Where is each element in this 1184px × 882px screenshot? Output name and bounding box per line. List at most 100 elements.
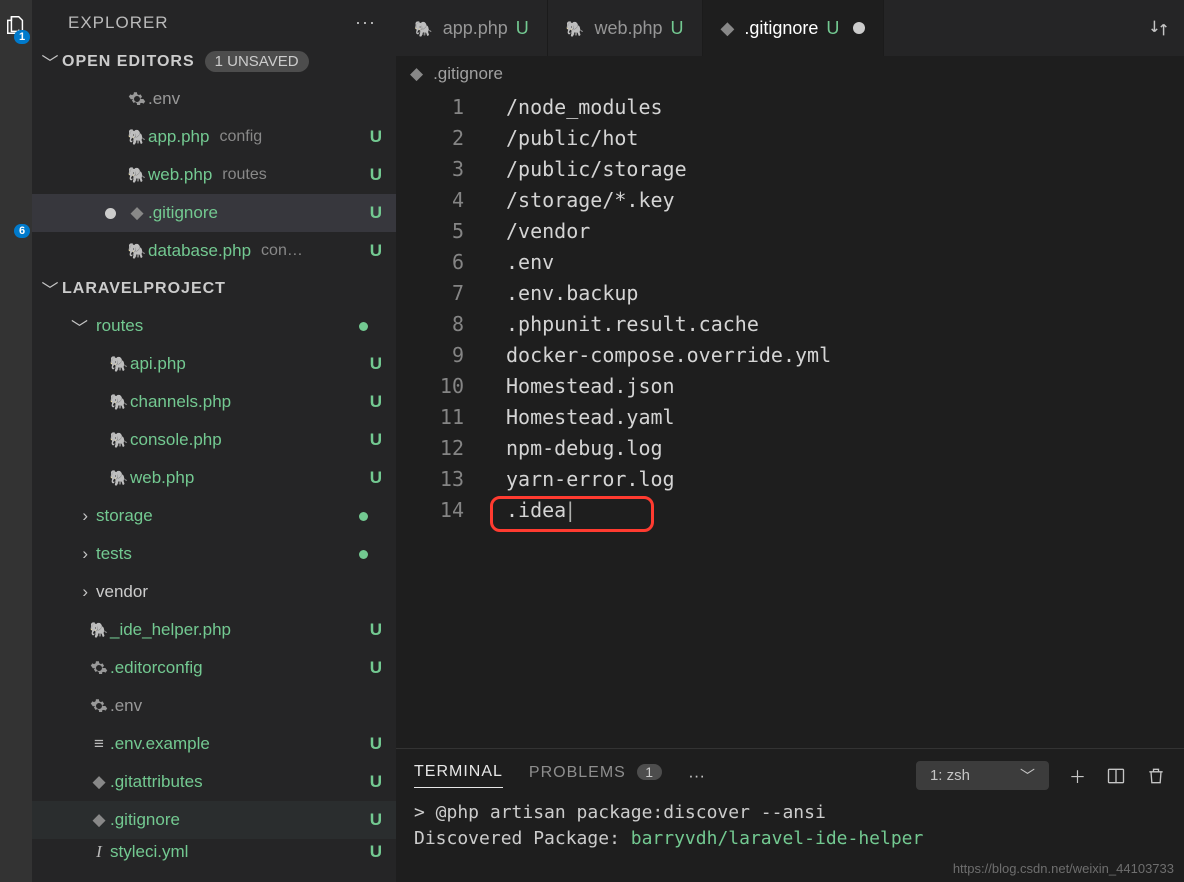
file-item[interactable]: I styleci.yml U	[32, 839, 396, 865]
editor-group: 🐘 app.php U 🐘 web.php U ◆ .gitignore U ◆…	[396, 0, 1184, 882]
line-number: 12	[396, 433, 478, 464]
file-item[interactable]: 🐘 api.php U	[32, 345, 396, 383]
chevron-down-icon: ﹀	[38, 49, 62, 74]
gear-icon	[90, 659, 108, 677]
code-line[interactable]: 6.env	[396, 247, 1184, 278]
panel-more-icon[interactable]: ···	[688, 766, 705, 786]
line-content: .env	[478, 247, 1184, 278]
bottom-panel: TERMINAL PROBLEMS 1 ··· 1: zsh ﹀ ＋	[396, 748, 1184, 882]
new-terminal-icon[interactable]: ＋	[1069, 763, 1086, 788]
php-icon: 🐘	[110, 355, 129, 373]
line-number: 10	[396, 371, 478, 402]
file-item[interactable]: ≡ .env.example U	[32, 725, 396, 763]
editor-tab[interactable]: ◆ .gitignore U	[703, 0, 885, 56]
open-editor-item[interactable]: 🐘 database.php con… U	[32, 232, 396, 270]
git-status: U	[370, 842, 382, 862]
open-editor-item[interactable]: 🐘 app.php config U	[32, 118, 396, 156]
editor-tab[interactable]: 🐘 app.php U	[396, 0, 548, 56]
watermark: https://blog.csdn.net/weixin_44103733	[953, 861, 1174, 876]
line-number: 14	[396, 495, 478, 526]
problems-tab[interactable]: PROBLEMS 1	[529, 764, 662, 788]
file-item[interactable]: 🐘 web.php U	[32, 459, 396, 497]
file-item[interactable]: ◆ .gitattributes U	[32, 763, 396, 801]
open-editor-item[interactable]: 🐘 web.php routes U	[32, 156, 396, 194]
file-name: .editorconfig	[110, 658, 203, 678]
chevron-down-icon: ﹀	[38, 276, 62, 301]
php-icon: 🐘	[128, 128, 147, 146]
code-line[interactable]: 4/storage/*.key	[396, 185, 1184, 216]
file-item[interactable]: ◆ .gitignore U	[32, 801, 396, 839]
project-header[interactable]: ﹀ LARAVELPROJECT	[32, 270, 396, 307]
folder-item[interactable]: › vendor	[32, 573, 396, 611]
tab-git-status: U	[516, 18, 529, 39]
code-line[interactable]: 14.idea	[396, 495, 1184, 526]
line-number: 7	[396, 278, 478, 309]
file-item[interactable]: .editorconfig U	[32, 649, 396, 687]
code-line[interactable]: 2/public/hot	[396, 123, 1184, 154]
php-icon: 🐘	[566, 21, 585, 38]
code-line[interactable]: 9docker-compose.override.yml	[396, 340, 1184, 371]
terminal-select[interactable]: 1: zsh ﹀	[916, 761, 1049, 790]
file-name: console.php	[130, 430, 222, 450]
line-content: /node_modules	[478, 92, 1184, 123]
line-number: 1	[396, 92, 478, 123]
file-item[interactable]: 🐘 console.php U	[32, 421, 396, 459]
code-line[interactable]: 8.phpunit.result.cache	[396, 309, 1184, 340]
code-line[interactable]: 5/vendor	[396, 216, 1184, 247]
diamond-icon: ◆	[92, 772, 105, 792]
sidebar-more-icon[interactable]: ···	[355, 12, 376, 33]
line-number: 11	[396, 402, 478, 433]
php-icon: 🐘	[110, 393, 129, 411]
editor-tab[interactable]: 🐘 web.php U	[548, 0, 703, 56]
tab-git-status: U	[826, 18, 839, 39]
file-name: .env.example	[110, 734, 210, 754]
git-status: U	[370, 127, 382, 147]
compare-changes-icon[interactable]	[1148, 17, 1170, 39]
file-name: web.php	[148, 165, 212, 185]
code-line[interactable]: 3/public/storage	[396, 154, 1184, 185]
code-line[interactable]: 7.env.backup	[396, 278, 1184, 309]
file-name: _ide_helper.php	[110, 620, 231, 640]
file-item[interactable]: .env	[32, 687, 396, 725]
line-number: 3	[396, 154, 478, 185]
open-editor-item[interactable]: .env	[32, 80, 396, 118]
git-dot-icon	[359, 512, 368, 521]
file-item[interactable]: 🐘 channels.php U	[32, 383, 396, 421]
code-line[interactable]: 12npm-debug.log	[396, 433, 1184, 464]
code-line[interactable]: 1/node_modules	[396, 92, 1184, 123]
php-icon: 🐘	[110, 469, 129, 487]
folder-item[interactable]: › storage	[32, 497, 396, 535]
open-editors-header[interactable]: ﹀ OPEN EDITORS 1 UNSAVED	[32, 43, 396, 80]
folder-item[interactable]: ﹀ routes	[32, 307, 396, 345]
trash-icon[interactable]	[1146, 766, 1166, 786]
terminal-output[interactable]: > @php artisan package:discover --ansi D…	[396, 794, 1184, 852]
line-content: .idea	[478, 495, 1184, 526]
breadcrumb[interactable]: ◆ .gitignore	[396, 56, 1184, 92]
italic-icon: I	[96, 842, 102, 862]
gear-icon	[90, 697, 108, 715]
open-editor-item[interactable]: ◆ .gitignore U	[32, 194, 396, 232]
code-editor[interactable]: 1/node_modules2/public/hot3/public/stora…	[396, 92, 1184, 748]
php-icon: 🐘	[414, 21, 433, 38]
file-detail: routes	[222, 166, 266, 184]
code-line[interactable]: 13yarn-error.log	[396, 464, 1184, 495]
line-number: 8	[396, 309, 478, 340]
line-content: Homestead.yaml	[478, 402, 1184, 433]
folder-item[interactable]: › tests	[32, 535, 396, 573]
git-status: U	[370, 203, 382, 223]
git-status: U	[370, 810, 382, 830]
line-number: 5	[396, 216, 478, 247]
code-line[interactable]: 10Homestead.json	[396, 371, 1184, 402]
open-editors-list: .env 🐘 app.php config U 🐘 web.php routes…	[32, 80, 396, 270]
line-content: yarn-error.log	[478, 464, 1184, 495]
terminal-tab[interactable]: TERMINAL	[414, 763, 503, 788]
split-terminal-icon[interactable]	[1106, 766, 1126, 786]
line-content: /public/storage	[478, 154, 1184, 185]
tab-filename: .gitignore	[744, 18, 818, 39]
tab-actions	[1134, 0, 1184, 56]
line-content: npm-debug.log	[478, 433, 1184, 464]
file-item[interactable]: 🐘 _ide_helper.php U	[32, 611, 396, 649]
php-icon: 🐘	[90, 621, 109, 639]
file-name: web.php	[130, 468, 194, 488]
code-line[interactable]: 11Homestead.yaml	[396, 402, 1184, 433]
